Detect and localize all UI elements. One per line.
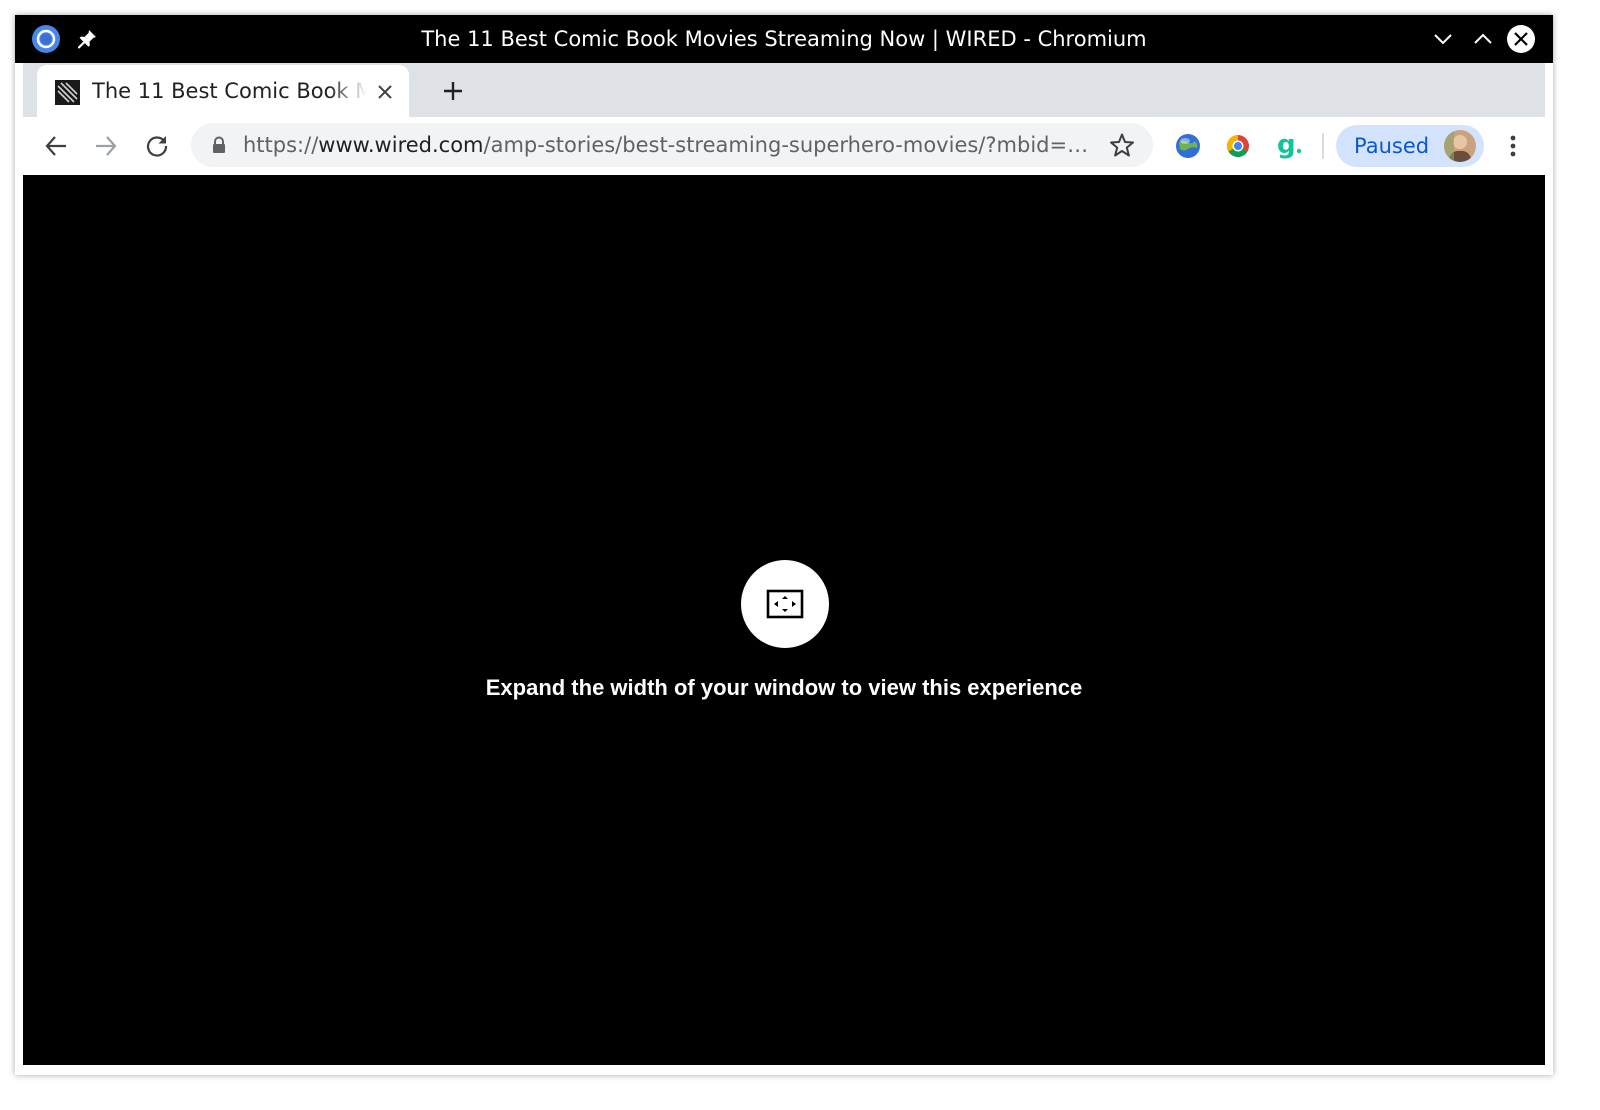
more-vertical-icon <box>1510 135 1516 157</box>
browser-menu-button[interactable] <box>1497 129 1529 163</box>
globe-extension-icon[interactable] <box>1173 131 1203 161</box>
maximize-button[interactable] <box>1467 23 1499 55</box>
arrow-right-icon <box>96 136 117 156</box>
toolbar-divider <box>1322 133 1324 159</box>
pin-icon[interactable] <box>75 27 99 51</box>
grammarly-extension-icon[interactable]: g <box>1274 130 1304 161</box>
browser-toolbar: https://www.wired.com/amp-stories/best-s… <box>23 117 1545 174</box>
close-icon <box>1507 25 1535 53</box>
browser-window: The 11 Best Comic Book Movies Streaming … <box>15 15 1553 1075</box>
chevron-up-icon <box>1474 33 1492 44</box>
url-text[interactable]: https://www.wired.com/amp-stories/best-s… <box>243 123 1093 167</box>
wired-favicon <box>55 80 80 105</box>
forward-button[interactable] <box>89 129 123 163</box>
plus-icon <box>444 82 462 100</box>
reload-icon <box>146 136 168 157</box>
expand-window-badge <box>741 560 829 648</box>
expand-window-icon <box>766 589 804 619</box>
page-content: Expand the width of your window to view … <box>23 175 1545 1065</box>
chromium-app-icon[interactable] <box>31 24 61 54</box>
lock-icon[interactable] <box>209 135 229 155</box>
title-bar: The 11 Best Comic Book Movies Streaming … <box>15 15 1553 63</box>
address-bar[interactable]: https://www.wired.com/amp-stories/best-s… <box>191 123 1153 167</box>
close-window-button[interactable] <box>1505 23 1537 55</box>
chrome-extension-icon[interactable] <box>1223 131 1253 161</box>
tab-active[interactable]: The 11 Best Comic Book Movies Streaming … <box>37 65 409 117</box>
profile-status-label: Paused <box>1354 134 1430 158</box>
url-host: www.wired.com <box>318 133 484 157</box>
profile-button[interactable]: Paused <box>1336 125 1484 167</box>
arrow-left-icon <box>45 136 66 156</box>
new-tab-button[interactable] <box>438 76 468 106</box>
tab-close-button[interactable] <box>373 80 397 104</box>
avatar <box>1444 130 1476 162</box>
tab-strip: The 11 Best Comic Book Movies Streaming … <box>23 63 1545 117</box>
back-button[interactable] <box>39 129 73 163</box>
expand-window-message: Expand the width of your window to view … <box>485 675 1083 700</box>
reload-button[interactable] <box>140 129 174 163</box>
window-title: The 11 Best Comic Book Movies Streaming … <box>421 27 1147 51</box>
url-scheme: https:// <box>243 133 319 157</box>
minimize-button[interactable] <box>1427 23 1459 55</box>
chevron-down-icon <box>1434 34 1452 45</box>
url-path: /amp-stories/best-streaming-superhero-mo… <box>483 133 1093 157</box>
tab-title: The 11 Best Comic Book Movies Streaming … <box>92 79 367 103</box>
bookmark-star-icon[interactable] <box>1109 132 1135 158</box>
svg-text:g: g <box>1277 131 1296 160</box>
close-icon <box>378 85 392 99</box>
